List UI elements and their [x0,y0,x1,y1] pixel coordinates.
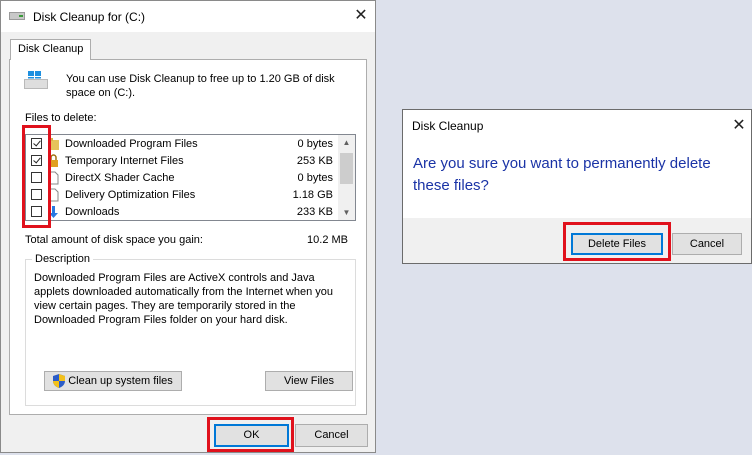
dialog-cancel-button[interactable]: Cancel [672,233,742,255]
window-title: Disk Cleanup for (C:) [33,10,146,24]
checkbox[interactable] [31,172,42,183]
dialog-message: Are you sure you want to permanently del… [413,155,711,194]
file-name: Downloads [65,206,120,218]
file-size: 233 KB [296,206,333,218]
file-size: 0 bytes [297,172,333,184]
file-name: DirectX Shader Cache [65,172,175,184]
clean-up-system-files-label: Clean up system files [68,375,173,387]
folder-lock-icon [48,138,59,150]
list-item[interactable]: DirectX Shader Cache 0 bytes [26,170,339,187]
clean-up-system-files-button[interactable]: Clean up system files [44,371,182,391]
view-files-button[interactable]: View Files [265,371,353,391]
close-icon[interactable]: ✕ [351,6,371,26]
checkbox[interactable] [31,138,42,149]
delete-files-button[interactable]: Delete Files [571,233,663,255]
files-to-delete-label: Files to delete: [25,112,97,124]
disk-cleanup-app-icon [9,12,25,20]
tab-panel: You can use Disk Cleanup to free up to 1… [9,59,367,415]
checkbox[interactable] [31,189,42,200]
file-name: Downloaded Program Files [65,138,198,150]
scrollbar-thumb[interactable] [340,153,353,184]
file-name: Delivery Optimization Files [65,189,196,201]
files-list[interactable]: Downloaded Program Files 0 bytes Tempora… [25,134,356,221]
total-space-label: Total amount of disk space you gain: [25,234,203,246]
intro-text: You can use Disk Cleanup to free up to 1… [66,73,335,99]
drive-icon [24,71,48,89]
file-name: Temporary Internet Files [65,155,184,167]
vertical-scrollbar[interactable]: ▲ ▼ [338,135,355,220]
scroll-down-icon[interactable]: ▼ [338,205,355,220]
list-item[interactable]: Downloads 233 KB [26,204,339,220]
checkbox[interactable] [31,155,42,166]
list-item[interactable]: Downloaded Program Files 0 bytes [26,136,339,153]
ok-button[interactable]: OK [214,424,289,447]
file-icon [48,171,59,185]
tab-disk-cleanup[interactable]: Disk Cleanup [10,39,92,60]
file-icon [48,188,59,202]
lock-icon [49,154,58,167]
disk-cleanup-window: Disk Cleanup for (C:) ✕ Disk Cleanup You… [0,0,376,453]
description-label: Description [32,253,94,265]
total-space-value: 10.2 MB [307,234,348,246]
download-arrow-icon [49,206,58,218]
file-size: 253 KB [296,155,333,167]
list-item[interactable]: Delivery Optimization Files 1.18 GB [26,187,339,204]
cancel-button[interactable]: Cancel [295,424,368,447]
list-item[interactable]: Temporary Internet Files 253 KB [26,153,339,170]
title-bar: Disk Cleanup for (C:) ✕ [1,1,375,32]
confirm-dialog: Disk Cleanup ✕ Are you sure you want to … [402,109,752,264]
description-text: Downloaded Program Files are ActiveX con… [34,272,334,326]
description-group: Description Downloaded Program Files are… [25,253,356,406]
dialog-footer: Delete Files Cancel [403,218,751,263]
uac-shield-icon [53,374,66,389]
close-icon[interactable]: ✕ [729,116,749,136]
file-size: 1.18 GB [292,189,333,201]
file-size: 0 bytes [297,138,333,150]
scroll-up-icon[interactable]: ▲ [338,135,355,150]
dialog-title: Disk Cleanup [412,119,484,133]
checkbox[interactable] [31,206,42,217]
